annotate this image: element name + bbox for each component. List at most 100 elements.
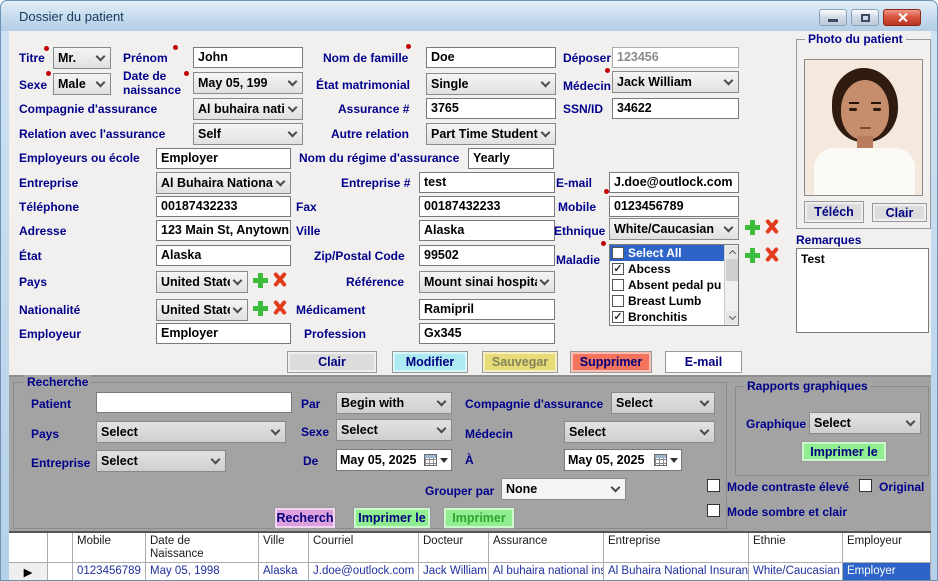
checkbox-icon[interactable] bbox=[612, 247, 624, 259]
search-medecin-select[interactable]: Select bbox=[564, 421, 715, 443]
table-cell[interactable]: Al buhaira national ins bbox=[489, 563, 604, 581]
telephone-input[interactable]: 00187432233 bbox=[156, 196, 291, 217]
table-header[interactable]: Employeur bbox=[843, 533, 931, 563]
checkbox-icon[interactable] bbox=[612, 295, 624, 307]
etat-input[interactable]: Alaska bbox=[156, 245, 291, 266]
add-maladie-icon[interactable] bbox=[745, 248, 760, 263]
minimize-button[interactable] bbox=[819, 9, 847, 26]
table-header[interactable]: Entreprise bbox=[604, 533, 749, 563]
ssn-input[interactable]: 34622 bbox=[612, 98, 739, 119]
search-patient-input[interactable] bbox=[96, 392, 292, 413]
profession-input[interactable]: Gx345 bbox=[419, 323, 555, 344]
email-input[interactable]: J.doe@outlock.com bbox=[609, 172, 739, 193]
scroll-up-icon[interactable] bbox=[726, 246, 738, 259]
table-header[interactable]: Docteur bbox=[419, 533, 489, 563]
modifier-button[interactable]: Modifier bbox=[392, 351, 468, 373]
fax-input[interactable]: 00187432233 bbox=[419, 196, 555, 217]
etat-matrimonial-select[interactable]: Single bbox=[426, 73, 556, 95]
zip-input[interactable]: 99502 bbox=[419, 245, 555, 266]
table-header[interactable] bbox=[9, 533, 48, 563]
sexe-select[interactable]: Male bbox=[53, 73, 111, 95]
maladie-item[interactable]: Select All bbox=[610, 245, 725, 261]
delete-pays-icon[interactable] bbox=[272, 272, 287, 287]
table-header[interactable]: Courriel bbox=[309, 533, 419, 563]
delete-maladie-icon[interactable] bbox=[764, 247, 779, 262]
table-cell[interactable]: Jack William bbox=[419, 563, 489, 581]
maximize-button[interactable] bbox=[851, 9, 879, 26]
autre-relation-select[interactable]: Part Time Student bbox=[426, 123, 556, 145]
original-checkbox[interactable] bbox=[859, 479, 872, 492]
table-cell[interactable]: Alaska bbox=[259, 563, 309, 581]
search-pays-select[interactable]: Select bbox=[96, 421, 286, 443]
photo-upload-button[interactable]: Téléch bbox=[804, 201, 864, 223]
employeur-input[interactable]: Employer bbox=[156, 323, 291, 344]
table-header[interactable]: Mobile bbox=[73, 533, 146, 563]
entreprise-select[interactable]: Al Buhaira National bbox=[156, 172, 291, 194]
maladie-item[interactable]: Absent pedal pu bbox=[610, 277, 725, 293]
maladie-item[interactable]: ✓Bronchitis bbox=[610, 309, 725, 325]
photo-clear-button[interactable]: Clair bbox=[872, 203, 927, 222]
regime-assurance-input[interactable]: Yearly bbox=[468, 148, 554, 169]
employeurs-ecole-input[interactable]: Employer bbox=[156, 148, 291, 169]
imprimer-le-button[interactable]: Imprimer le bbox=[353, 507, 431, 529]
mode-contraste-checkbox[interactable] bbox=[707, 479, 720, 492]
table-cell[interactable]: J.doe@outlock.com bbox=[309, 563, 419, 581]
table-cell[interactable]: 0123456789 bbox=[73, 563, 146, 581]
title-bar[interactable]: Dossier du patient bbox=[1, 1, 937, 31]
compagnie-assurance-select[interactable]: Al buhaira nati bbox=[193, 98, 303, 120]
search-a-datepicker[interactable]: May 05, 2025 bbox=[564, 449, 682, 471]
relation-assurance-select[interactable]: Self bbox=[193, 123, 303, 145]
date-naissance-select[interactable]: May 05, 199 bbox=[193, 72, 303, 94]
delete-ethnique-icon[interactable] bbox=[764, 219, 779, 234]
search-sexe-select[interactable]: Select bbox=[336, 419, 452, 441]
nationalite-select[interactable]: United States bbox=[156, 299, 248, 321]
supprimer-button[interactable]: Supprimer bbox=[570, 351, 652, 373]
clair-button[interactable]: Clair bbox=[287, 351, 377, 373]
titre-select[interactable]: Mr. bbox=[53, 47, 111, 69]
add-pays-icon[interactable] bbox=[253, 273, 268, 288]
maladie-listbox[interactable]: Select All ✓Abcess Absent pedal pu Breas… bbox=[609, 244, 739, 326]
mobile-input[interactable]: 0123456789 bbox=[609, 196, 739, 217]
email-button[interactable]: E-mail bbox=[665, 351, 742, 373]
table-header[interactable]: Ville bbox=[259, 533, 309, 563]
maladie-scrollbar[interactable] bbox=[724, 245, 738, 325]
adresse-input[interactable]: 123 Main St, Anytown, bbox=[156, 220, 291, 241]
table-header[interactable]: Date de Naissance bbox=[146, 533, 259, 563]
graphique-select[interactable]: Select bbox=[809, 412, 921, 434]
table-cell-selected[interactable]: Employer bbox=[843, 563, 931, 581]
recherch-button[interactable]: Recherch bbox=[274, 507, 336, 529]
add-ethnique-icon[interactable] bbox=[745, 220, 760, 235]
reference-select[interactable]: Mount sinai hospital bbox=[419, 271, 555, 293]
table-cell[interactable] bbox=[48, 563, 73, 581]
grouper-par-select[interactable]: None bbox=[501, 478, 626, 500]
imprimer-button[interactable]: Imprimer bbox=[443, 507, 515, 529]
maladie-item[interactable]: ✓Abcess bbox=[610, 261, 725, 277]
medecin-select[interactable]: Jack William bbox=[612, 71, 739, 93]
checkbox-icon[interactable] bbox=[612, 279, 624, 291]
mode-sombre-checkbox[interactable] bbox=[707, 504, 720, 517]
nom-famille-input[interactable]: Doe bbox=[426, 47, 556, 68]
search-par-select[interactable]: Begin with bbox=[336, 392, 452, 414]
table-header[interactable]: Ethnie bbox=[749, 533, 843, 563]
table-cell[interactable]: Al Buhaira National Insurance bbox=[604, 563, 749, 581]
scroll-down-icon[interactable] bbox=[726, 311, 738, 324]
assurance-num-input[interactable]: 3765 bbox=[426, 98, 556, 119]
table-header[interactable] bbox=[48, 533, 73, 563]
search-de-datepicker[interactable]: May 05, 2025 bbox=[336, 449, 452, 471]
delete-nationalite-icon[interactable] bbox=[272, 300, 287, 315]
medicament-input[interactable]: Ramipril bbox=[419, 299, 555, 320]
table-cell[interactable]: May 05, 1998 bbox=[146, 563, 259, 581]
remarques-textarea[interactable]: Test bbox=[796, 248, 929, 333]
search-compagnie-select[interactable]: Select bbox=[611, 392, 715, 414]
close-button[interactable] bbox=[883, 9, 921, 26]
row-selector-icon[interactable]: ▶ bbox=[9, 563, 48, 581]
entreprise-num-input[interactable]: test bbox=[419, 172, 555, 193]
rapports-imprimer-le-button[interactable]: Imprimer le bbox=[801, 441, 887, 462]
ville-input[interactable]: Alaska bbox=[419, 220, 555, 241]
sauvegar-button[interactable]: Sauvegar bbox=[482, 351, 558, 373]
scrollbar-thumb[interactable] bbox=[726, 259, 738, 281]
search-entreprise-select[interactable]: Select bbox=[96, 450, 226, 472]
add-nationalite-icon[interactable] bbox=[253, 301, 268, 316]
checkbox-icon[interactable]: ✓ bbox=[612, 311, 624, 323]
checkbox-icon[interactable]: ✓ bbox=[612, 263, 624, 275]
